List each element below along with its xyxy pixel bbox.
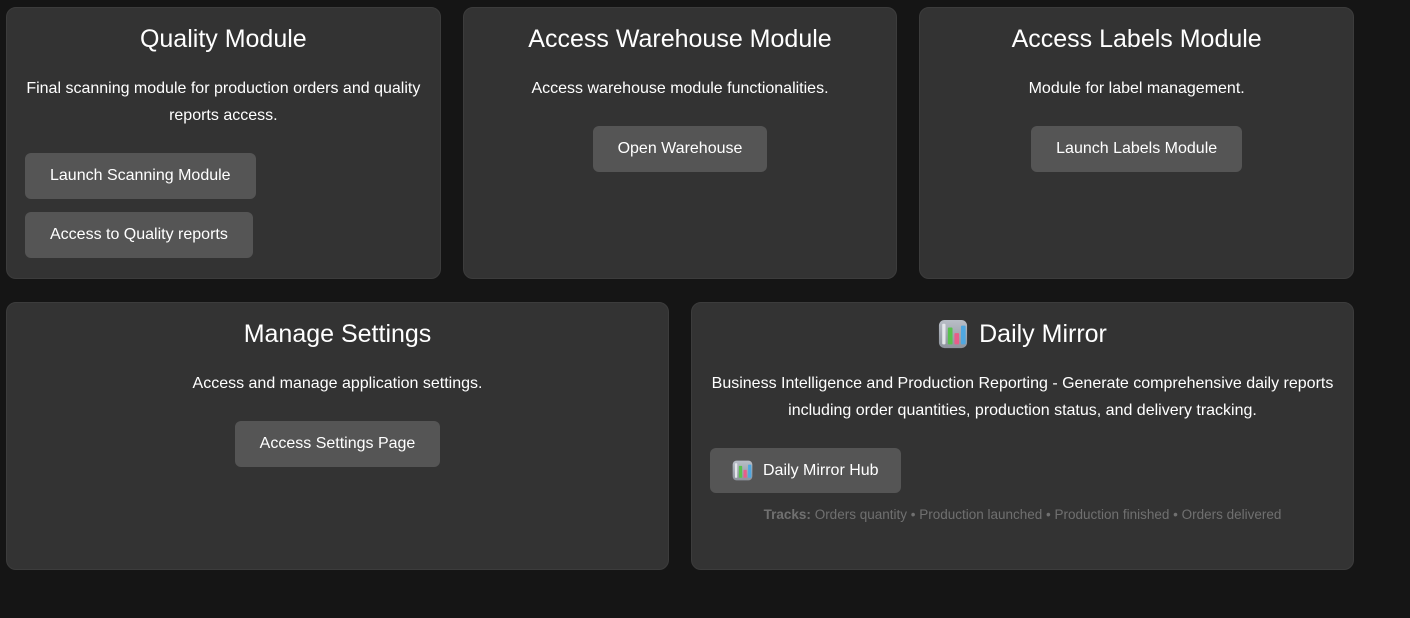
quality-module-title-text: Quality Module [140, 24, 307, 54]
warehouse-module-description: Access warehouse module functionalities. [482, 75, 879, 102]
daily-mirror-hub-button-label: Daily Mirror Hub [763, 462, 879, 480]
modules-dashboard: Quality Module Final scanning module for… [0, 0, 1354, 570]
launch-labels-module-button[interactable]: Launch Labels Module [1031, 126, 1242, 172]
quality-module-description: Final scanning module for production ord… [25, 75, 422, 129]
daily-mirror-title: Daily Mirror [710, 319, 1335, 349]
tracks-note: Tracks: Orders quantity • Production lau… [710, 507, 1335, 522]
launch-scanning-module-button[interactable]: Launch Scanning Module [25, 153, 256, 199]
bottom-cards-row: Manage Settings Access and manage applic… [6, 302, 1354, 570]
card-warehouse-module: Access Warehouse Module Access warehouse… [463, 7, 898, 279]
labels-module-title: Access Labels Module [938, 24, 1335, 54]
top-cards-row: Quality Module Final scanning module for… [6, 7, 1354, 279]
labels-module-actions: Launch Labels Module [938, 126, 1335, 172]
card-manage-settings: Manage Settings Access and manage applic… [6, 302, 669, 570]
labels-module-description: Module for label management. [938, 75, 1335, 102]
quality-module-title: Quality Module [25, 24, 422, 54]
daily-mirror-hub-button[interactable]: Daily Mirror Hub [710, 448, 901, 493]
warehouse-module-actions: Open Warehouse [482, 126, 879, 172]
tracks-label: Tracks: [764, 507, 811, 522]
card-daily-mirror: Daily Mirror Business Intelligence and P… [691, 302, 1354, 570]
daily-mirror-description: Business Intelligence and Production Rep… [710, 370, 1335, 424]
access-quality-reports-button[interactable]: Access to Quality reports [25, 212, 253, 258]
manage-settings-title: Manage Settings [25, 319, 650, 349]
labels-module-title-text: Access Labels Module [1012, 24, 1262, 54]
quality-module-actions: Launch Scanning Module Access to Quality… [25, 153, 422, 258]
bar-chart-icon [732, 460, 753, 481]
card-quality-module: Quality Module Final scanning module for… [6, 7, 441, 279]
access-settings-page-button[interactable]: Access Settings Page [235, 421, 441, 467]
tracks-text: Orders quantity • Production launched • … [815, 507, 1282, 522]
bar-chart-icon [938, 319, 968, 349]
open-warehouse-button[interactable]: Open Warehouse [593, 126, 768, 172]
manage-settings-title-text: Manage Settings [244, 319, 432, 349]
daily-mirror-actions: Daily Mirror Hub [710, 448, 1335, 493]
card-labels-module: Access Labels Module Module for label ma… [919, 7, 1354, 279]
manage-settings-actions: Access Settings Page [25, 421, 650, 467]
warehouse-module-title-text: Access Warehouse Module [528, 24, 831, 54]
warehouse-module-title: Access Warehouse Module [482, 24, 879, 54]
daily-mirror-title-text: Daily Mirror [979, 319, 1107, 349]
manage-settings-description: Access and manage application settings. [25, 370, 650, 397]
